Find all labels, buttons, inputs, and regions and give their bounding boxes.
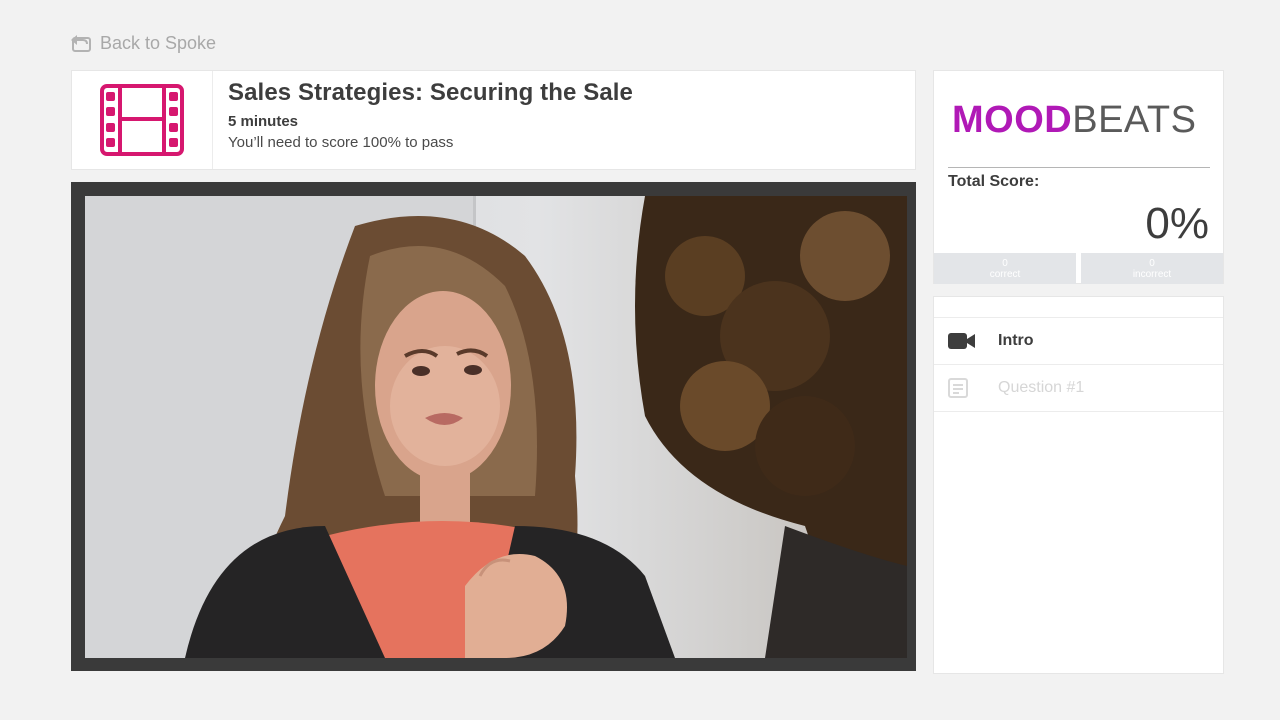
incorrect-tally: 0 incorrect: [1081, 253, 1223, 284]
logo-light-text: BEATS: [1072, 99, 1197, 141]
chapter-item-intro[interactable]: Intro: [934, 318, 1223, 365]
film-strip-icon: [100, 84, 184, 156]
correct-label: correct: [989, 268, 1021, 280]
score-tally-row: 0 correct 0 incorrect: [934, 253, 1223, 284]
back-to-spoke-link[interactable]: Back to Spoke: [70, 32, 216, 54]
course-duration: 5 minutes: [228, 113, 299, 130]
course-header-card: Sales Strategies: Securing the Sale 5 mi…: [71, 70, 916, 170]
chapter-list-header: [934, 297, 1223, 318]
chapter-label-intro: Intro: [998, 332, 1034, 349]
moodbeats-logo: MOODBEATS: [952, 99, 1197, 142]
score-card: MOODBEATS Total Score: 0% 0 correct 0 in…: [933, 70, 1224, 284]
course-title: Sales Strategies: Securing the Sale: [228, 79, 633, 106]
correct-count: 0: [1002, 257, 1008, 269]
video-screen[interactable]: [85, 196, 907, 658]
chapter-label-question-1: Question #1: [998, 379, 1085, 396]
incorrect-label: incorrect: [1132, 268, 1172, 280]
video-frame-image: [85, 196, 907, 658]
chapter-item-question-1[interactable]: Question #1: [934, 365, 1223, 412]
pass-requirement: You’ll need to score 100% to pass: [228, 134, 454, 151]
video-player[interactable]: [71, 182, 916, 671]
total-score-value: 0%: [1145, 199, 1209, 248]
course-icon-wrap: [72, 71, 213, 169]
total-score-label: Total Score:: [948, 173, 1040, 190]
score-divider: [948, 167, 1210, 168]
logo-bold-text: MOOD: [952, 99, 1073, 141]
incorrect-count: 0: [1149, 257, 1155, 269]
back-link-label: Back to Spoke: [100, 32, 217, 53]
video-camera-icon: [948, 332, 984, 350]
correct-tally: 0 correct: [934, 253, 1076, 284]
chapter-list: Intro Question #1: [933, 296, 1224, 674]
checklist-icon: [948, 378, 984, 398]
back-arrow-icon: [70, 33, 94, 53]
